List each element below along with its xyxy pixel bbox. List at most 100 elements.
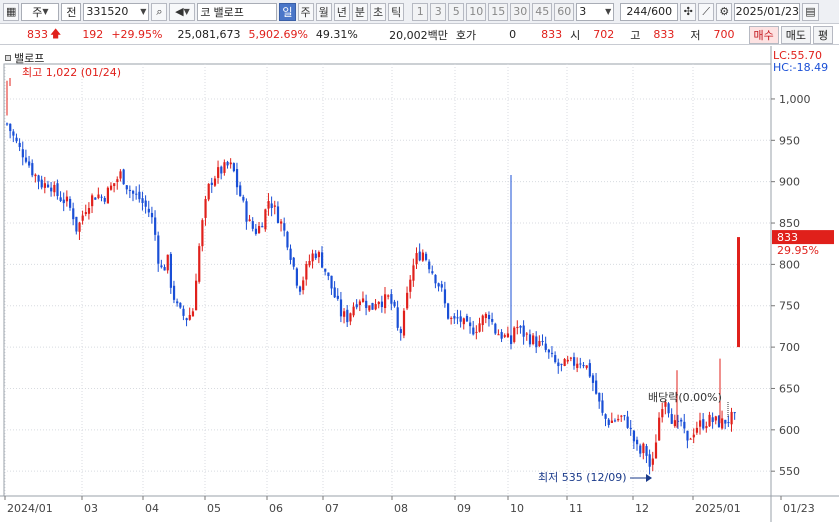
- candle-body: [469, 322, 472, 327]
- candle-body: [670, 414, 673, 424]
- candle-body: [626, 416, 629, 428]
- candle-body: [560, 363, 563, 365]
- candle-body: [207, 183, 210, 200]
- candle-body: [588, 363, 591, 377]
- candle-body: [261, 226, 264, 228]
- candle-body: [232, 163, 235, 172]
- candle-body: [166, 254, 169, 271]
- candle-body: [686, 430, 689, 441]
- candle-body: [651, 458, 654, 465]
- candle-body: [532, 335, 535, 345]
- candle-body: [31, 163, 34, 176]
- candle-body: [714, 416, 717, 421]
- candle-body: [132, 190, 135, 194]
- hc-value: HC:-18.49: [773, 61, 829, 74]
- high-annotation: 최고 1,022 (01/24): [22, 66, 121, 79]
- candle-body: [343, 311, 346, 317]
- candle-body: [424, 253, 428, 260]
- candle-body: [201, 220, 204, 247]
- candle-body: [645, 446, 648, 456]
- candle-body: [28, 161, 31, 166]
- candle-body: [528, 334, 532, 345]
- candle-body: [550, 352, 554, 354]
- y-tick-label: 950: [779, 134, 800, 147]
- candle-body: [456, 317, 459, 319]
- candle-body: [50, 187, 53, 192]
- candle-body: [321, 252, 324, 268]
- candle-body: [472, 327, 475, 335]
- candle-body: [613, 420, 617, 422]
- candle-body: [516, 326, 519, 329]
- candle-body: [147, 208, 150, 213]
- y-tick-label: 800: [779, 258, 800, 271]
- candle-body: [327, 272, 330, 277]
- candle-body: [239, 185, 242, 197]
- candle-body: [661, 409, 664, 418]
- candle-body: [34, 174, 37, 177]
- candle-body: [217, 167, 220, 178]
- candle-body: [289, 248, 292, 260]
- legend-square-icon: [5, 55, 11, 61]
- candle-body: [380, 301, 384, 308]
- candle-body: [525, 333, 528, 335]
- candle-body: [727, 422, 730, 424]
- candle-body: [610, 420, 613, 423]
- candle-body: [12, 131, 15, 136]
- candle-body: [220, 166, 223, 174]
- candle-body: [78, 222, 81, 232]
- candle-body: [330, 275, 333, 289]
- candle-body: [87, 207, 91, 214]
- candle-body: [566, 359, 569, 362]
- candle-body: [453, 316, 456, 319]
- candle-body: [59, 197, 62, 201]
- candle-body: [658, 417, 661, 441]
- candle-body: [6, 123, 9, 125]
- candle-body: [336, 295, 339, 299]
- candle-body: [459, 316, 462, 322]
- candle-body: [358, 301, 361, 306]
- candle-body: [654, 442, 658, 459]
- candle-body: [53, 184, 56, 193]
- candle-body: [56, 183, 59, 197]
- x-tick-label: 10: [510, 502, 524, 515]
- candle-body: [94, 197, 97, 200]
- candle-body: [503, 335, 506, 337]
- candle-body: [642, 443, 645, 454]
- candle-body: [513, 327, 516, 342]
- candle-body: [733, 412, 736, 414]
- candle-body: [683, 421, 686, 429]
- candle-body: [563, 359, 566, 367]
- low-arrow-icon: [646, 474, 652, 482]
- y-tick-label: 600: [779, 424, 800, 437]
- candle-body: [135, 193, 138, 195]
- candle-body: [154, 217, 157, 235]
- candle-body: [150, 212, 154, 218]
- candle-body: [591, 375, 595, 383]
- candle-body: [125, 185, 128, 190]
- candle-body: [210, 182, 213, 185]
- candle-body: [607, 419, 610, 425]
- candle-body: [138, 191, 141, 200]
- candle-body: [573, 357, 576, 366]
- candle-body: [390, 294, 393, 304]
- candle-body: [311, 253, 314, 262]
- candle-body: [680, 419, 683, 422]
- candle-body: [393, 301, 396, 307]
- candlestick-chart[interactable]: 1,000 950 900 850 800 750 700 650 600 550 2024/01 0…: [0, 0, 839, 522]
- candle-body: [169, 253, 172, 288]
- event-annotation: 배당락(0.00%): [648, 391, 722, 404]
- candle-body: [305, 264, 308, 280]
- candle-body: [623, 415, 626, 417]
- candle-body: [506, 333, 510, 338]
- candle-body: [97, 194, 100, 199]
- x-tick-label: 05: [207, 502, 221, 515]
- candle-body: [182, 308, 185, 316]
- candle-body: [40, 179, 43, 188]
- candle-body: [242, 196, 245, 201]
- candle-body: [298, 286, 302, 292]
- candle-body: [535, 336, 538, 348]
- candle-body: [569, 357, 573, 359]
- candle-body: [122, 169, 125, 185]
- candle-body: [292, 257, 295, 267]
- candle-body: [500, 332, 503, 339]
